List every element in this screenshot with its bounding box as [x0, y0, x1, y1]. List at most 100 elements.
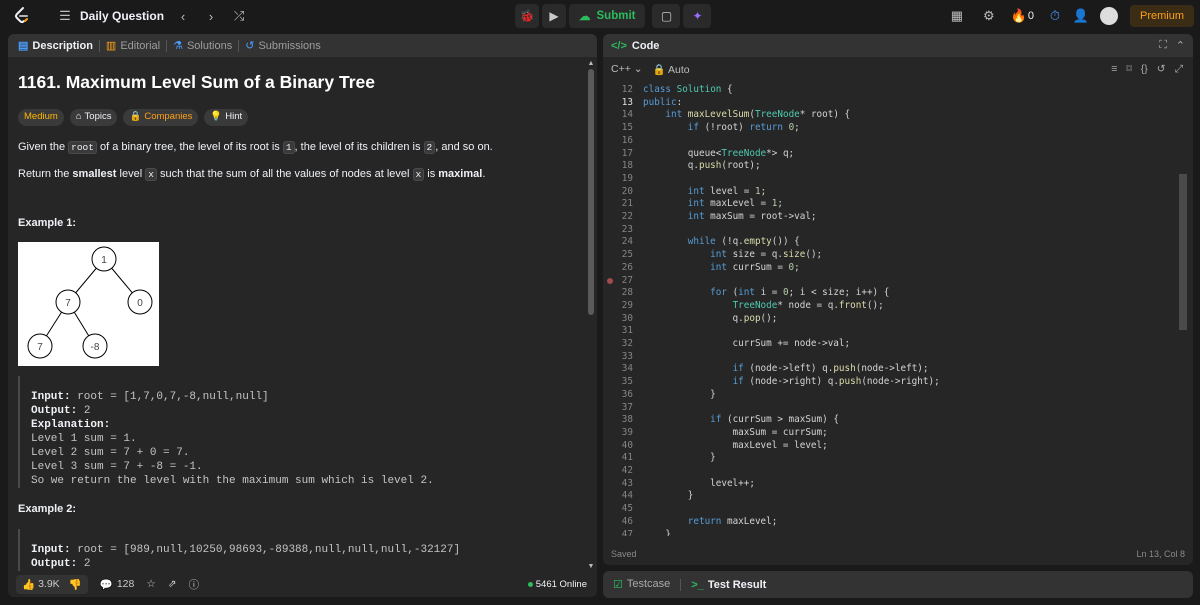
- line-number: 46: [621, 515, 633, 527]
- avatar[interactable]: [1099, 7, 1118, 25]
- star-icon[interactable]: ☆: [146, 578, 155, 590]
- code-line[interactable]: int maxLevelSum(TreeNode* root) {: [643, 109, 850, 120]
- line-number: 33: [621, 350, 633, 362]
- line-number: 17: [621, 147, 633, 159]
- maximize-icon[interactable]: ⛶: [1159, 39, 1167, 52]
- collapse-icon[interactable]: ⌃: [1176, 39, 1185, 52]
- topics-badge[interactable]: ⌂ Topics: [69, 108, 118, 126]
- problem-list-icon[interactable]: ☰: [56, 7, 74, 25]
- leetcode-logo-icon[interactable]: [12, 6, 32, 26]
- comments-button[interactable]: 💬 128: [100, 578, 135, 591]
- reset-icon[interactable]: ↺: [1157, 63, 1166, 76]
- code-line[interactable]: int maxLevel = 1;: [643, 198, 783, 209]
- tab-submissions[interactable]: ↺ Submissions: [239, 34, 327, 57]
- code-line[interactable]: }: [643, 389, 716, 400]
- tab-divider: [680, 578, 682, 591]
- tab-description[interactable]: ▤ Description: [12, 34, 99, 57]
- tab-test-result[interactable]: >_ Test Result: [691, 579, 766, 591]
- code-line[interactable]: while (!q.empty()) {: [643, 236, 800, 247]
- scroll-up-arrow[interactable]: ▲: [587, 60, 595, 67]
- line-number: 21: [621, 198, 633, 210]
- bold-text: smallest: [72, 167, 117, 180]
- tab-test-result-label: Test Result: [707, 578, 767, 591]
- line-number: 31: [621, 325, 633, 337]
- prev-problem-icon[interactable]: ‹: [174, 7, 192, 25]
- tab-editorial[interactable]: ▥ Editorial: [100, 34, 166, 57]
- left-tabs: ▤ Description ▥ Editorial ⚗ Solutions ↺ Subm…: [8, 34, 597, 57]
- bookmark-icon[interactable]: ⌑: [1126, 63, 1131, 76]
- code-line[interactable]: for (int i = 0; i < size; i++) {: [643, 287, 889, 298]
- line-number: 25: [621, 249, 633, 261]
- settings-gear-icon[interactable]: ⚙: [980, 7, 998, 25]
- code-editor[interactable]: 12 class Solution {13 public: 14 int maxLev…: [603, 81, 1183, 536]
- code-line[interactable]: if (currSum > maxSum) {: [643, 414, 839, 425]
- code-line[interactable]: currSum += node->val;: [643, 338, 851, 349]
- line-number: 37: [621, 401, 633, 413]
- code-line[interactable]: level++;: [643, 478, 755, 489]
- code-line[interactable]: int size = q.size();: [643, 249, 822, 260]
- companies-label: Companies: [144, 111, 193, 123]
- example-line: Output: 2: [31, 558, 91, 571]
- add-friend-icon[interactable]: 👤: [1072, 7, 1090, 25]
- braces-icon[interactable]: {}: [1141, 63, 1148, 76]
- like-button[interactable]: 👍 3.9K 👎: [16, 574, 88, 594]
- line-number: 16: [621, 134, 633, 146]
- cursor-position: Ln 13, Col 8: [1136, 549, 1185, 559]
- format-icon[interactable]: ≡: [1111, 63, 1117, 76]
- line-number: 30: [621, 312, 633, 324]
- submit-button[interactable]: ☁ Submit: [569, 4, 646, 28]
- code-line[interactable]: if (node->right) q.push(node->right);: [643, 376, 940, 387]
- streak-fire-icon[interactable]: 🔥: [1010, 7, 1028, 25]
- thumbs-down-icon[interactable]: 👎: [69, 578, 82, 591]
- code-line[interactable]: }: [643, 490, 694, 501]
- premium-button[interactable]: Premium: [1129, 5, 1194, 27]
- online-count: 5461 Online: [535, 578, 587, 590]
- code-title: Code: [631, 39, 660, 52]
- code-line[interactable]: int level = 1;: [643, 186, 766, 197]
- code-line[interactable]: maxLevel = level;: [643, 440, 828, 451]
- tab-solutions[interactable]: ⚗ Solutions: [167, 34, 238, 57]
- daily-question-title[interactable]: Daily Question: [80, 9, 164, 23]
- scroll-down-arrow[interactable]: ▼: [587, 563, 595, 570]
- code-line[interactable]: int currSum = 0;: [643, 262, 800, 273]
- code-line[interactable]: queue<TreeNode*> q;: [643, 148, 794, 159]
- code-line[interactable]: TreeNode* node = q.front();: [643, 300, 884, 311]
- notes-button[interactable]: ▢: [652, 4, 681, 28]
- mode-indicator: 🔒 Auto: [653, 63, 690, 76]
- problem-title[interactable]: 1161. Maximum Level Sum of a Binary Tree: [18, 70, 588, 95]
- code-line[interactable]: if (node->left) q.push(node->left);: [643, 363, 929, 374]
- terminal-icon: >_: [691, 578, 704, 591]
- timer-icon[interactable]: ⏱: [1046, 7, 1064, 25]
- code-line[interactable]: int maxSum = root->val;: [643, 211, 817, 222]
- companies-badge[interactable]: 🔒 Companies: [123, 108, 199, 126]
- language-select[interactable]: C++ ⌄: [611, 63, 643, 75]
- code-line[interactable]: class Solution {: [643, 84, 733, 95]
- code-line[interactable]: return maxLevel;: [643, 516, 778, 527]
- code-line[interactable]: q.pop();: [643, 313, 778, 324]
- breakpoint-marker[interactable]: [607, 278, 613, 284]
- scroll-thumb[interactable]: [588, 69, 594, 315]
- layout-icon[interactable]: ▦: [948, 7, 966, 25]
- left-scrollbar[interactable]: ▲ ▼: [587, 60, 595, 570]
- help-icon[interactable]: ⓘ: [189, 577, 200, 592]
- run-button[interactable]: ▶: [542, 4, 566, 28]
- tab-testcase[interactable]: ☑ Testcase: [613, 578, 670, 591]
- ai-button[interactable]: ✦: [683, 4, 712, 28]
- code-line[interactable]: }: [643, 452, 716, 463]
- shuffle-icon[interactable]: ⤮: [230, 7, 248, 25]
- expand-icon[interactable]: ⤢: [1175, 63, 1183, 76]
- next-problem-icon[interactable]: ›: [202, 7, 220, 25]
- line-number: 34: [621, 363, 633, 375]
- code-line[interactable]: maxSum = currSum;: [643, 427, 828, 438]
- code-line[interactable]: if (!root) return 0;: [643, 122, 800, 133]
- code-line[interactable]: public:: [643, 97, 682, 108]
- text: , the level of its children is: [294, 140, 424, 153]
- share-icon[interactable]: ⇗: [168, 578, 177, 590]
- description-panel: ▤ Description ▥ Editorial ⚗ Solutions ↺ Subm…: [8, 34, 597, 597]
- debug-button[interactable]: 🐞: [515, 4, 539, 28]
- hint-badge[interactable]: 💡 Hint: [204, 108, 249, 126]
- example-line: Input: root = [1,7,0,7,-8,null,null]: [31, 390, 269, 403]
- code-line[interactable]: q.push(root);: [643, 160, 761, 171]
- code-line[interactable]: }: [643, 529, 671, 537]
- editor-scrollbar[interactable]: [1179, 174, 1187, 330]
